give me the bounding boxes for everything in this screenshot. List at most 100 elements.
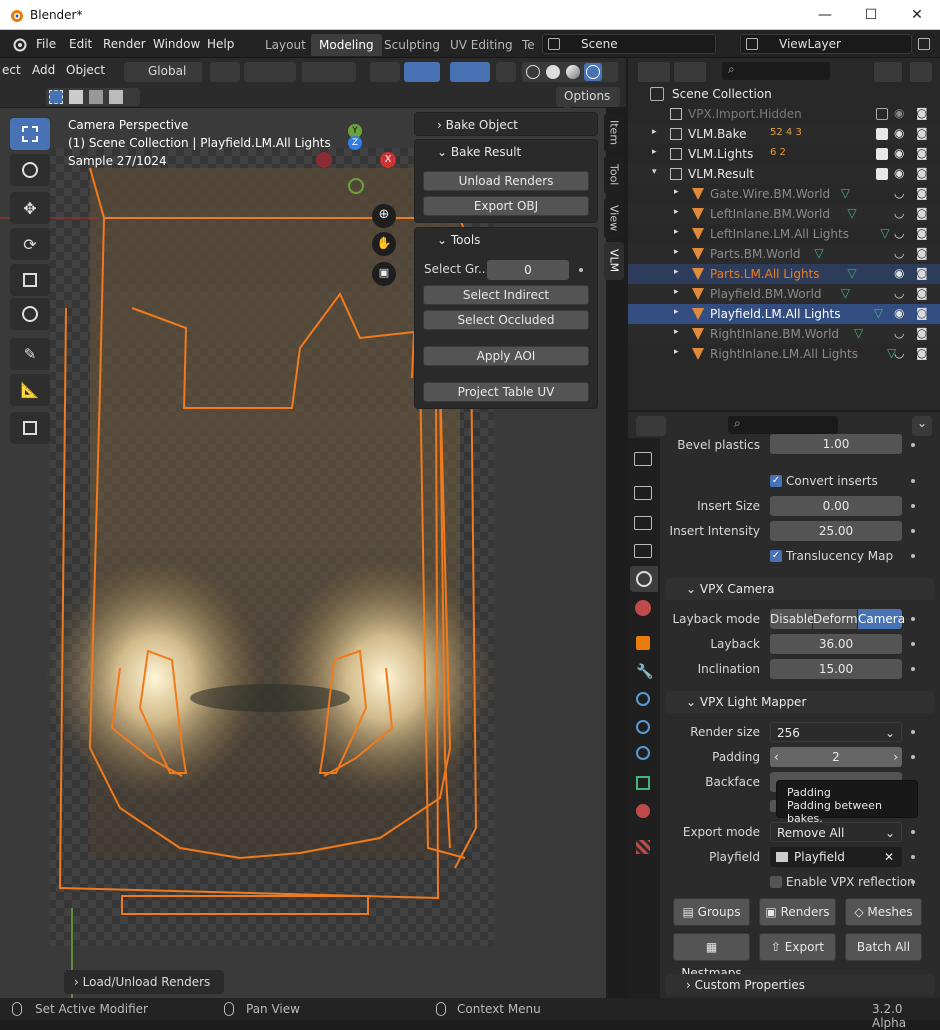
meshes-button[interactable]: ◇ Meshes [845, 898, 922, 926]
exclude-checkbox[interactable] [876, 128, 888, 140]
menu-edit[interactable]: Edit [69, 37, 92, 51]
options-dropdown[interactable]: Options ▾ [556, 87, 620, 117]
groups-button[interactable]: ▤ Groups [673, 898, 750, 926]
layback-field[interactable]: 36.00 [770, 634, 902, 654]
tool-cursor[interactable] [10, 154, 50, 186]
new-view-layer-icon[interactable] [918, 38, 930, 50]
outliner-row[interactable]: ▸ Playfield.LM.All Lights ▽ ◉ ◙ [628, 304, 940, 324]
tool-annotate[interactable]: ✎ [10, 338, 50, 370]
visibility-eye-icon[interactable]: ◉ [894, 106, 904, 120]
material-shading-icon[interactable] [566, 65, 580, 79]
outliner-row[interactable]: ▾ VLM.Result ◉ ◙ [628, 164, 940, 184]
display-mode-dropdown[interactable] [638, 62, 670, 82]
tab-texture-cut[interactable]: Te [514, 34, 543, 56]
object-tab-icon[interactable] [636, 636, 650, 650]
convert-inserts-checkbox[interactable]: ✓ [770, 475, 782, 487]
tab-modeling[interactable]: Modeling [311, 34, 382, 56]
tab-tool[interactable]: Tool [604, 156, 624, 194]
render-camera-icon[interactable]: ◙ [916, 326, 928, 340]
outliner-row[interactable]: ▸ LeftInlane.BM.World ▽ ◡ ◙ [628, 204, 940, 224]
export-obj-button[interactable]: Export OBJ [423, 196, 589, 216]
panel-tools-header[interactable]: ⌄ Tools [415, 228, 597, 252]
new-collection-icon[interactable] [910, 62, 932, 82]
render-camera-icon[interactable]: ◙ [916, 266, 928, 280]
outliner-row[interactable]: ▸ Parts.BM.World ▽ ◡ ◙ [628, 244, 940, 264]
physics-tab-icon[interactable] [636, 720, 650, 734]
outliner-row[interactable]: ▸ RightInlane.BM.World ▽ ◡ ◙ [628, 324, 940, 344]
render-camera-icon[interactable]: ◙ [916, 186, 928, 200]
world-tab-icon[interactable] [635, 600, 651, 616]
gizmo-neg-x[interactable] [316, 152, 332, 168]
xray-toggle[interactable] [496, 62, 516, 82]
bevel-plastics-field[interactable]: 1.00 [770, 434, 902, 454]
render-camera-icon[interactable]: ◙ [916, 126, 928, 140]
scene-tab-icon[interactable] [630, 566, 658, 592]
close-button[interactable]: ✕ [894, 0, 940, 30]
select-mode-buttons[interactable] [46, 88, 140, 106]
expand-arrow-icon[interactable]: ▸ [652, 127, 657, 137]
particles-tab-icon[interactable] [636, 692, 650, 706]
expand-arrow-icon[interactable]: ▾ [652, 167, 657, 177]
inclination-field[interactable]: 15.00 [770, 659, 902, 679]
renders-button[interactable]: ▣ Renders [759, 898, 836, 926]
gizmo-x-axis[interactable]: X [380, 152, 396, 168]
render-camera-icon[interactable]: ◙ [916, 166, 928, 180]
tab-uv-editing[interactable]: UV Editing [442, 34, 521, 56]
tool-move[interactable]: ✥ [10, 192, 50, 224]
visibility-eye-icon[interactable]: ◡ [894, 326, 904, 340]
proportional-edit-toggle[interactable] [302, 62, 356, 82]
batch-all-button[interactable]: Batch All [845, 933, 922, 961]
panel-bake-result-header[interactable]: ⌄ Bake Result [415, 140, 597, 164]
tool-add-cube[interactable] [10, 412, 50, 444]
expand-arrow-icon[interactable]: ▸ [652, 147, 657, 157]
shading-modes[interactable] [522, 62, 618, 82]
nestmaps-button[interactable]: ▦ Nestmaps [673, 933, 750, 980]
render-size-dropdown[interactable]: 256 ⌄ [770, 722, 902, 742]
clear-x-icon[interactable]: ✕ [884, 847, 894, 867]
select-new-icon[interactable] [49, 90, 63, 104]
visibility-eye-icon[interactable]: ◉ [894, 266, 904, 280]
camera-view-icon[interactable]: ▣ [372, 262, 396, 286]
menu-help[interactable]: Help [207, 37, 234, 51]
layback-mode-deform[interactable]: Deform [813, 609, 858, 629]
outliner-row[interactable]: ▸ VLM.Bake 52 4 3 ◉ ◙ [628, 124, 940, 144]
tool-scale[interactable] [10, 264, 50, 296]
material-tab-icon[interactable] [636, 804, 650, 818]
view-layer-selector[interactable]: ViewLayer [740, 34, 912, 54]
gizmo-z-axis[interactable]: Z [348, 136, 362, 150]
tab-layout[interactable]: Layout [257, 34, 314, 56]
select-subtract-icon[interactable] [89, 90, 103, 104]
render-camera-icon[interactable]: ◙ [916, 246, 928, 260]
visibility-eye-icon[interactable]: ◡ [894, 226, 904, 240]
constraints-tab-icon[interactable] [636, 746, 650, 760]
select-extend-icon[interactable] [69, 90, 83, 104]
snap-toggle[interactable] [244, 62, 296, 82]
select-group-field[interactable]: 0 [487, 260, 569, 280]
modifier-wrench-icon[interactable]: 🔧 [636, 664, 653, 680]
panel-bake-object[interactable]: › Bake Object [414, 112, 598, 136]
menu-object[interactable]: Object [66, 63, 105, 77]
visibility-eye-icon[interactable]: ◡ [894, 346, 904, 360]
visibility-eye-icon[interactable]: ◉ [894, 126, 904, 140]
exclude-checkbox[interactable] [876, 148, 888, 160]
project-table-uv-button[interactable]: Project Table UV [423, 382, 589, 402]
expand-arrow-icon[interactable]: ▸ [674, 227, 679, 237]
outliner-row[interactable]: ▸ VLM.Lights 6 2 ◉ ◙ [628, 144, 940, 164]
apply-aoi-button[interactable]: Apply AOI [423, 346, 589, 366]
outliner-row[interactable]: ▸ RightInlane.LM.All Lights ▽ ◡ ◙ [628, 344, 940, 364]
visibility-dropdown[interactable] [370, 62, 400, 82]
translucency-map-checkbox[interactable]: ✓ [770, 550, 782, 562]
visibility-eye-icon[interactable]: ◡ [894, 206, 904, 220]
rendered-shading-icon[interactable] [584, 63, 602, 81]
visibility-eye-icon[interactable]: ◡ [894, 286, 904, 300]
scene-selector[interactable]: Scene [542, 34, 716, 54]
visibility-eye-icon[interactable]: ◉ [894, 166, 904, 180]
tab-item[interactable]: Item [604, 114, 624, 152]
menu-window[interactable]: Window [153, 37, 200, 51]
zoom-icon[interactable]: ⊕ [372, 204, 396, 228]
visibility-eye-icon[interactable]: ◡ [894, 246, 904, 260]
select-invert-icon[interactable] [109, 90, 123, 104]
render-camera-icon[interactable]: ◙ [916, 146, 928, 160]
expand-arrow-icon[interactable]: ▸ [674, 287, 679, 297]
tool-tab-icon[interactable] [634, 452, 652, 466]
